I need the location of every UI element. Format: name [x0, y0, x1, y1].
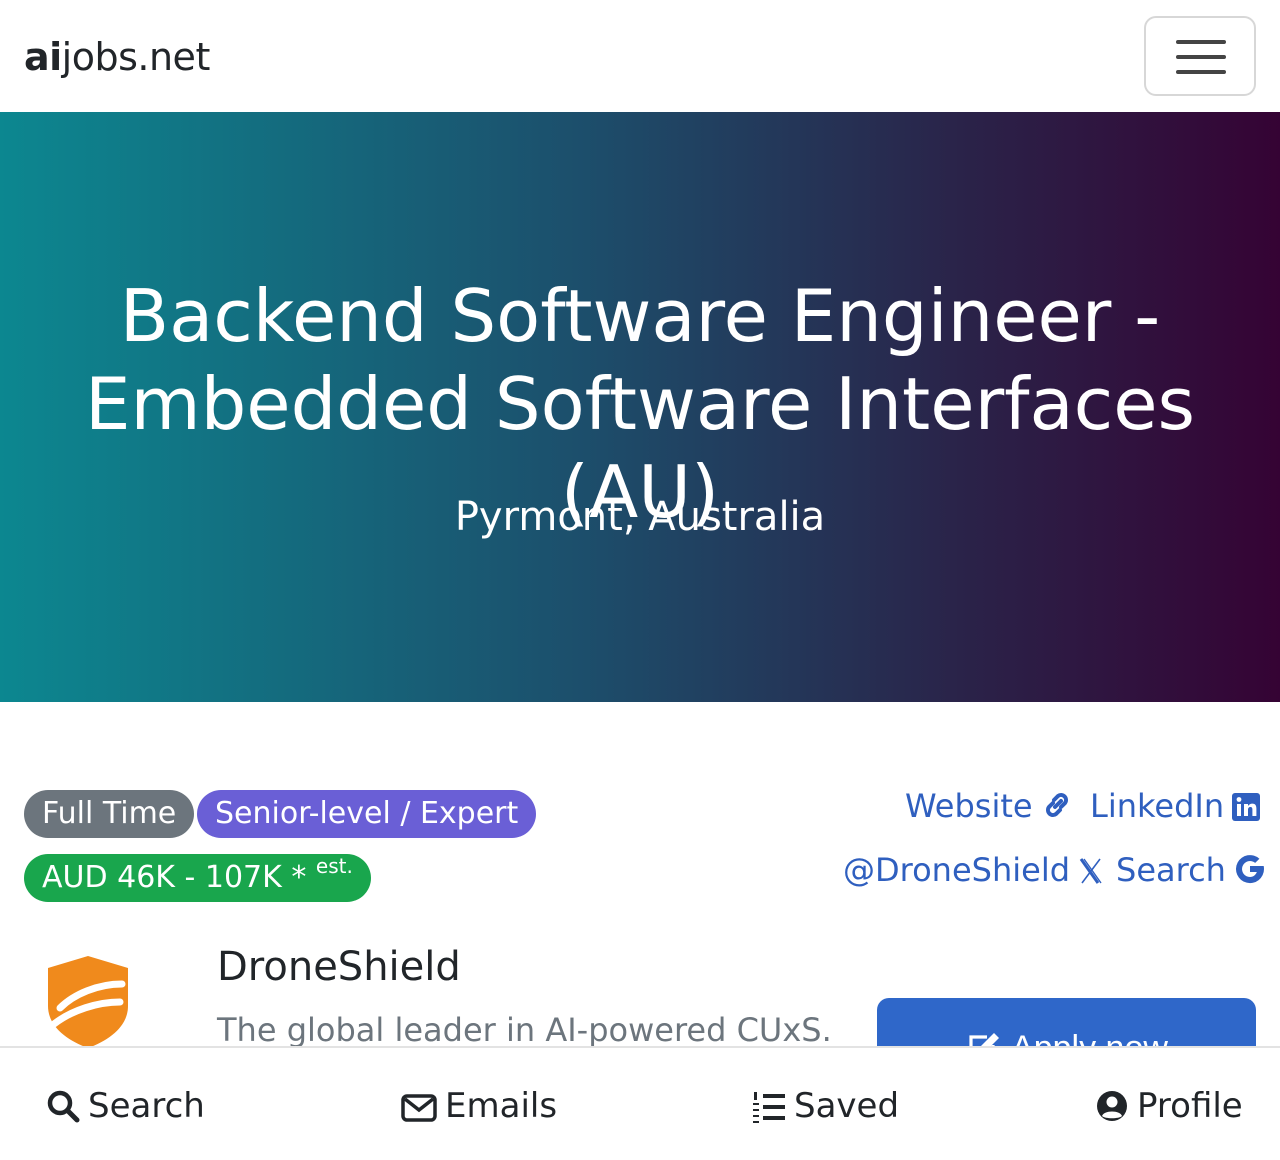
company-logo[interactable] — [46, 954, 130, 1050]
list-ol-icon — [752, 1090, 786, 1134]
nav-saved-label: Saved — [794, 1086, 900, 1126]
salary-estimate-note: est. — [315, 854, 353, 878]
salary-range: AUD 46K - 107K * — [42, 860, 307, 895]
bottom-navigation: Search Emails Saved Profile — [0, 1046, 1280, 1160]
company-name[interactable]: DroneShield — [217, 942, 461, 992]
job-hero: Backend Software Engineer - Embedded Sof… — [0, 112, 1280, 702]
website-link-label: Website — [905, 787, 1033, 825]
experience-level-badge[interactable]: Senior-level / Expert — [197, 790, 537, 838]
search-link-label: Search — [1116, 851, 1226, 889]
hamburger-icon-bar — [1176, 55, 1226, 59]
nav-profile[interactable]: Profile — [1095, 1084, 1243, 1134]
nav-search-label: Search — [88, 1086, 205, 1126]
job-location: Pyrmont, Australia — [454, 494, 826, 540]
x-icon — [1078, 854, 1104, 894]
x-link-label: @DroneShield — [843, 851, 1071, 889]
employment-type-badge[interactable]: Full Time — [24, 790, 195, 838]
brand-bold: ai — [24, 35, 62, 79]
user-circle-icon — [1095, 1089, 1129, 1134]
company-linkedin-link[interactable]: LinkedIn — [1090, 786, 1261, 830]
nav-saved[interactable]: Saved — [752, 1084, 899, 1134]
salary-badge: AUD 46K - 107K * est. — [24, 854, 371, 902]
nav-emails[interactable]: Emails — [401, 1084, 557, 1134]
hamburger-icon — [1176, 40, 1226, 44]
envelope-icon — [401, 1090, 437, 1134]
company-x-link[interactable]: @DroneShield — [843, 850, 1104, 894]
linkedin-icon — [1232, 790, 1261, 830]
menu-toggle-button[interactable] — [1144, 16, 1256, 96]
nav-profile-label: Profile — [1137, 1086, 1243, 1126]
company-website-link[interactable]: Website — [905, 786, 1073, 830]
hamburger-icon-bar — [1176, 70, 1226, 74]
google-search-link[interactable]: Search — [1116, 850, 1266, 894]
linkedin-link-label: LinkedIn — [1090, 787, 1225, 825]
google-icon — [1234, 853, 1266, 894]
top-navbar: aijobs.net — [0, 0, 1280, 112]
search-icon — [46, 1089, 80, 1134]
nav-emails-label: Emails — [445, 1086, 558, 1126]
brand-rest: jobs.net — [61, 35, 211, 79]
link-icon — [1041, 789, 1073, 830]
nav-search[interactable]: Search — [46, 1084, 205, 1134]
site-logo[interactable]: aijobs.net — [24, 34, 210, 80]
